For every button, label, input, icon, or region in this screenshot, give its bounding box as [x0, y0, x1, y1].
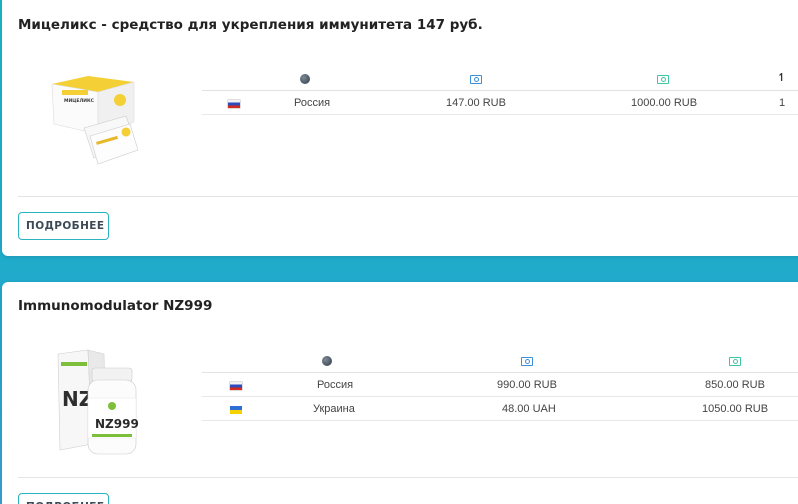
- product-card: Мицеликс - средство для укрепления иммун…: [2, 0, 798, 256]
- price-cell: 990.00 RUB: [497, 379, 557, 391]
- old-price-money-icon: [729, 357, 741, 366]
- bottle-brand-text: NZ999: [95, 417, 139, 431]
- product-image[interactable]: МИЦЕЛИКС: [48, 72, 140, 172]
- old-price-money-icon: [657, 75, 669, 84]
- old-price-cell: 850.00 RUB: [705, 379, 765, 391]
- box-brand-text: МИЦЕЛИКС: [64, 98, 95, 104]
- nz999-bottle-image: NZ9 NZ999: [57, 349, 139, 455]
- product-card: Immunomodulator NZ999 NZ9 NZ999 Россия 9…: [2, 282, 798, 504]
- details-button[interactable]: ПОДРОБНЕЕ: [18, 493, 109, 504]
- product-title[interactable]: Immunomodulator NZ999: [18, 298, 212, 314]
- quantity-cell: 1: [779, 97, 786, 109]
- details-button[interactable]: ПОДРОБНЕЕ: [18, 212, 109, 240]
- micelix-box-image: МИЦЕЛИКС: [51, 76, 139, 165]
- card-divider: [18, 196, 798, 197]
- table-header: ↿: [202, 67, 798, 91]
- card-divider: [18, 477, 798, 478]
- sort-icon[interactable]: ↿: [777, 72, 786, 84]
- table-row[interactable]: Россия 990.00 RUB 850.00 RUB: [202, 373, 798, 397]
- table-row[interactable]: Украина 48.00 UAH 1050.00 RUB: [202, 397, 798, 421]
- old-price-cell: 1000.00 RUB: [631, 97, 698, 109]
- table-row[interactable]: Россия 147.00 RUB 1000.00 RUB 1: [202, 91, 798, 115]
- country-cell: Россия: [294, 97, 331, 109]
- flag-russia-icon: [228, 100, 240, 108]
- old-price-cell: 1050.00 RUB: [702, 403, 769, 415]
- country-cell: Россия: [317, 379, 354, 391]
- flag-ukraine-icon: [230, 406, 242, 414]
- price-money-icon: [470, 75, 482, 84]
- price-cell: 48.00 UAH: [502, 403, 556, 415]
- product-image[interactable]: NZ9 NZ999: [52, 348, 142, 458]
- globe-icon: [300, 74, 310, 84]
- table-header: [202, 349, 798, 373]
- offers-table: ↿ Россия 147.00 RUB 1000.00 RUB 1: [202, 67, 798, 115]
- product-title[interactable]: Мицеликс - средство для укрепления иммун…: [18, 17, 483, 33]
- offers-table: Россия 990.00 RUB 850.00 RUB Украина 48.…: [202, 349, 798, 421]
- globe-icon: [322, 356, 332, 366]
- price-cell: 147.00 RUB: [446, 97, 506, 109]
- flag-russia-icon: [230, 382, 242, 390]
- country-cell: Украина: [313, 403, 355, 415]
- price-money-icon: [521, 357, 533, 366]
